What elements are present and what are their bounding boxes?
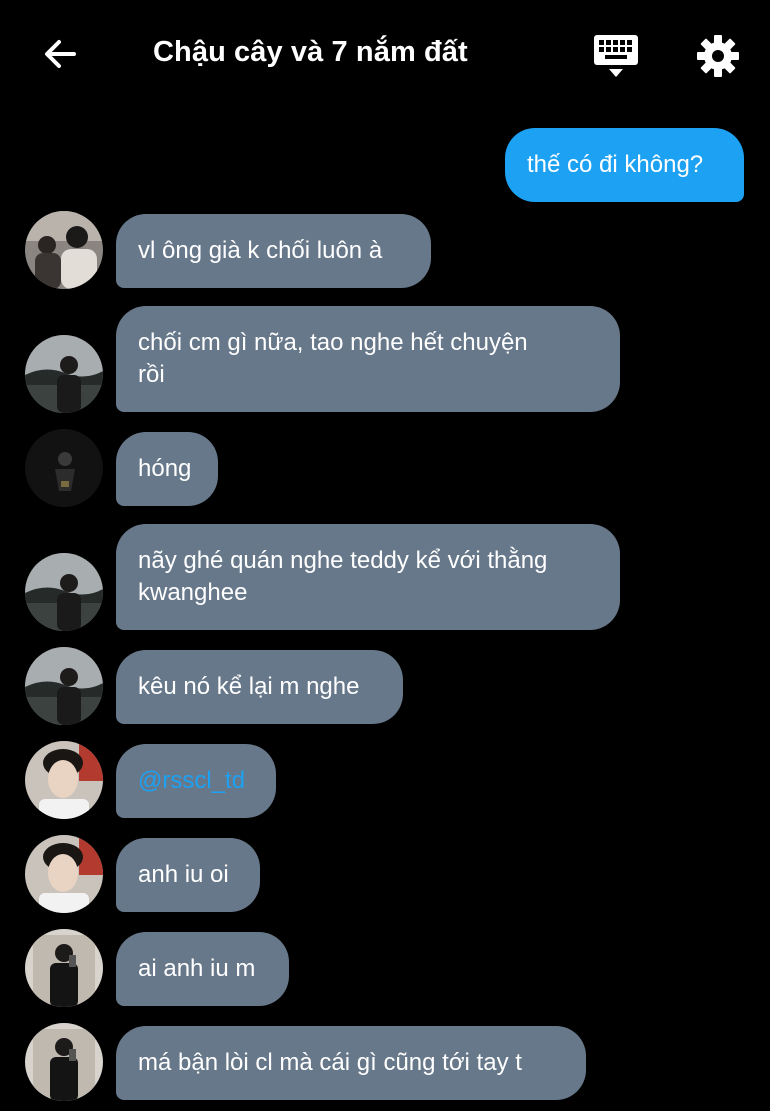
- avatar-group-photo[interactable]: [25, 211, 103, 289]
- arrow-left-icon: [40, 34, 80, 79]
- message-bubble-incoming[interactable]: hóng: [116, 432, 218, 506]
- message-text: anh iu oi: [138, 861, 229, 888]
- back-button[interactable]: [36, 34, 84, 78]
- avatar-man-outdoor[interactable]: [25, 553, 103, 631]
- message-bubble-incoming[interactable]: nãy ghé quán nghe teddy kể với thằng kwa…: [116, 524, 620, 630]
- message-text: nãy ghé quán nghe teddy kể với thằng kwa…: [138, 547, 548, 606]
- message-bubble-incoming[interactable]: ai anh iu m: [116, 932, 289, 1006]
- settings-button[interactable]: [694, 32, 742, 80]
- avatar-dark-silhouette[interactable]: [25, 429, 103, 507]
- message-bubble-incoming[interactable]: vl ông già k chối luôn à: [116, 214, 431, 288]
- keyboard-button[interactable]: [592, 32, 640, 80]
- message-text: chối cm gì nữa, tao nghe hết chuyện rồi: [138, 329, 528, 388]
- message-text: hóng: [138, 455, 192, 482]
- avatar-mirror-selfie[interactable]: [25, 1023, 103, 1101]
- chat-header: Chậu cây và 7 nắm đất: [0, 0, 770, 108]
- avatar-man-outdoor[interactable]: [25, 647, 103, 725]
- message-text: vl ông già k chối luôn à: [138, 237, 383, 264]
- chat-screen: Chậu cây và 7 nắm đất thế có đi không? v…: [0, 0, 770, 1111]
- message-bubble-incoming[interactable]: kêu nó kể lại m nghe: [116, 650, 403, 724]
- message-bubble-incoming[interactable]: @rsscl_td: [116, 744, 276, 818]
- message-text: thế có đi không?: [527, 151, 704, 178]
- avatar-portrait-red[interactable]: [25, 741, 103, 819]
- message-bubble-incoming[interactable]: chối cm gì nữa, tao nghe hết chuyện rồi: [116, 306, 620, 412]
- message-bubble-outgoing[interactable]: thế có đi không?: [505, 128, 744, 202]
- message-bubble-incoming[interactable]: má bận lòi cl mà cái gì cũng tới tay t: [116, 1026, 586, 1100]
- message-bubble-incoming[interactable]: anh iu oi: [116, 838, 260, 912]
- gear-icon: [694, 35, 742, 84]
- avatar-man-outdoor[interactable]: [25, 335, 103, 413]
- keyboard-icon: [592, 35, 640, 84]
- message-text: má bận lòi cl mà cái gì cũng tới tay t: [138, 1049, 522, 1076]
- message-text: ai anh iu m: [138, 955, 256, 982]
- avatar-portrait-red[interactable]: [25, 835, 103, 913]
- avatar-mirror-selfie[interactable]: [25, 929, 103, 1007]
- mention-link[interactable]: @rsscl_td: [138, 765, 245, 797]
- message-text: kêu nó kể lại m nghe: [138, 673, 360, 700]
- chat-title: Chậu cây và 7 nắm đất: [153, 36, 468, 68]
